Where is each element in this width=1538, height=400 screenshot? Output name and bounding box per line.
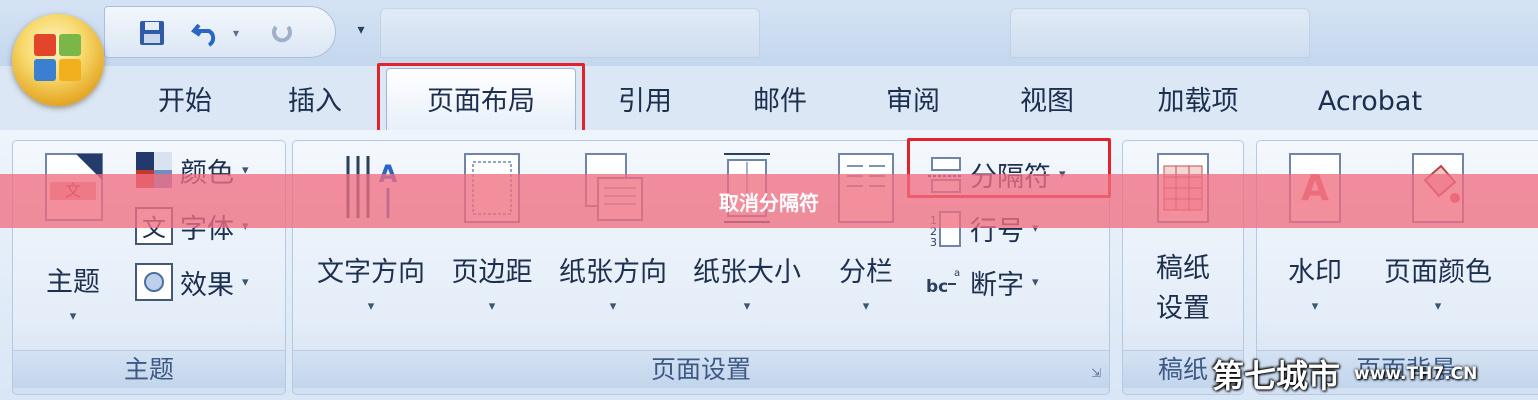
orientation-label: 纸张方向	[559, 257, 667, 288]
chevron-down-icon: ▾	[609, 299, 617, 314]
page-color-label: 页面颜色	[1384, 257, 1492, 288]
columns-label: 分栏	[839, 257, 893, 288]
chevron-down-icon: ▾	[1434, 299, 1442, 314]
tab-review[interactable]: 审阅	[868, 80, 958, 124]
tab-insert[interactable]: 插入	[270, 80, 360, 124]
chevron-down-icon: ▾	[488, 299, 496, 314]
size-label: 纸张大小	[693, 257, 801, 288]
tab-view[interactable]: 视图	[1002, 80, 1092, 124]
undo-icon[interactable]	[189, 19, 223, 47]
save-icon[interactable]	[135, 19, 169, 47]
blurred-window-tab	[380, 8, 760, 58]
svg-text:bc: bc	[926, 277, 948, 297]
margins-label: 页边距	[451, 257, 533, 288]
watermark-cn: 第七城市	[1212, 357, 1341, 395]
chevron-down-icon: ▾	[862, 299, 870, 314]
site-watermark: 第七城市 www.TH7.CN	[1212, 352, 1477, 396]
undo-dropdown-icon[interactable]: ▾	[227, 19, 245, 47]
chevron-down-icon: ▾	[1311, 299, 1319, 314]
chevron-down-icon: ▾	[69, 309, 77, 324]
office-button-icon	[34, 34, 82, 82]
customize-qat-icon[interactable]: ▾	[350, 22, 372, 44]
caption-text: 取消分隔符	[719, 190, 819, 215]
hyphenation-button[interactable]: bc a 断字 ▾	[924, 260, 1039, 304]
tab-home[interactable]: 开始	[140, 80, 230, 124]
chevron-down-icon: ▾	[743, 299, 751, 314]
themes-group-label: 主题	[13, 350, 285, 388]
themes-label: 主题	[46, 267, 100, 298]
hyphenation-icon: bc a	[924, 262, 964, 302]
watermark-label: 水印	[1288, 257, 1342, 288]
manuscript-settings-line1: 稿纸	[1156, 253, 1210, 284]
chevron-down-icon: ▾	[1032, 274, 1039, 290]
tab-highlight-box	[377, 63, 585, 139]
redo-icon[interactable]	[265, 19, 299, 47]
caption-banner: 取消分隔符	[0, 174, 1538, 228]
office-button[interactable]	[12, 14, 104, 106]
quick-access-toolbar: ▾	[104, 6, 336, 58]
tab-references[interactable]: 引用	[600, 80, 690, 124]
svg-text:3: 3	[930, 236, 937, 248]
chevron-down-icon: ▾	[242, 274, 249, 290]
theme-effects-label: 效果	[180, 269, 234, 301]
effects-icon	[134, 262, 174, 302]
dialog-launcher-icon[interactable]: ⇲	[1091, 366, 1101, 380]
tab-mailings[interactable]: 邮件	[735, 80, 825, 124]
theme-effects-button[interactable]: 效果 ▾	[134, 260, 249, 304]
hyphenation-label: 断字	[970, 269, 1024, 301]
svg-text:a: a	[954, 268, 960, 279]
text-direction-label: 文字方向	[317, 257, 425, 288]
tab-addins[interactable]: 加载项	[1138, 80, 1258, 124]
chevron-down-icon: ▾	[367, 299, 375, 314]
blurred-window-tab	[1010, 8, 1310, 58]
page-setup-group-label: 页面设置	[293, 350, 1109, 388]
watermark-en: www.TH7.CN	[1354, 364, 1478, 384]
manuscript-settings-line2: 设置	[1156, 293, 1210, 324]
tab-acrobat[interactable]: Acrobat	[1300, 80, 1440, 124]
